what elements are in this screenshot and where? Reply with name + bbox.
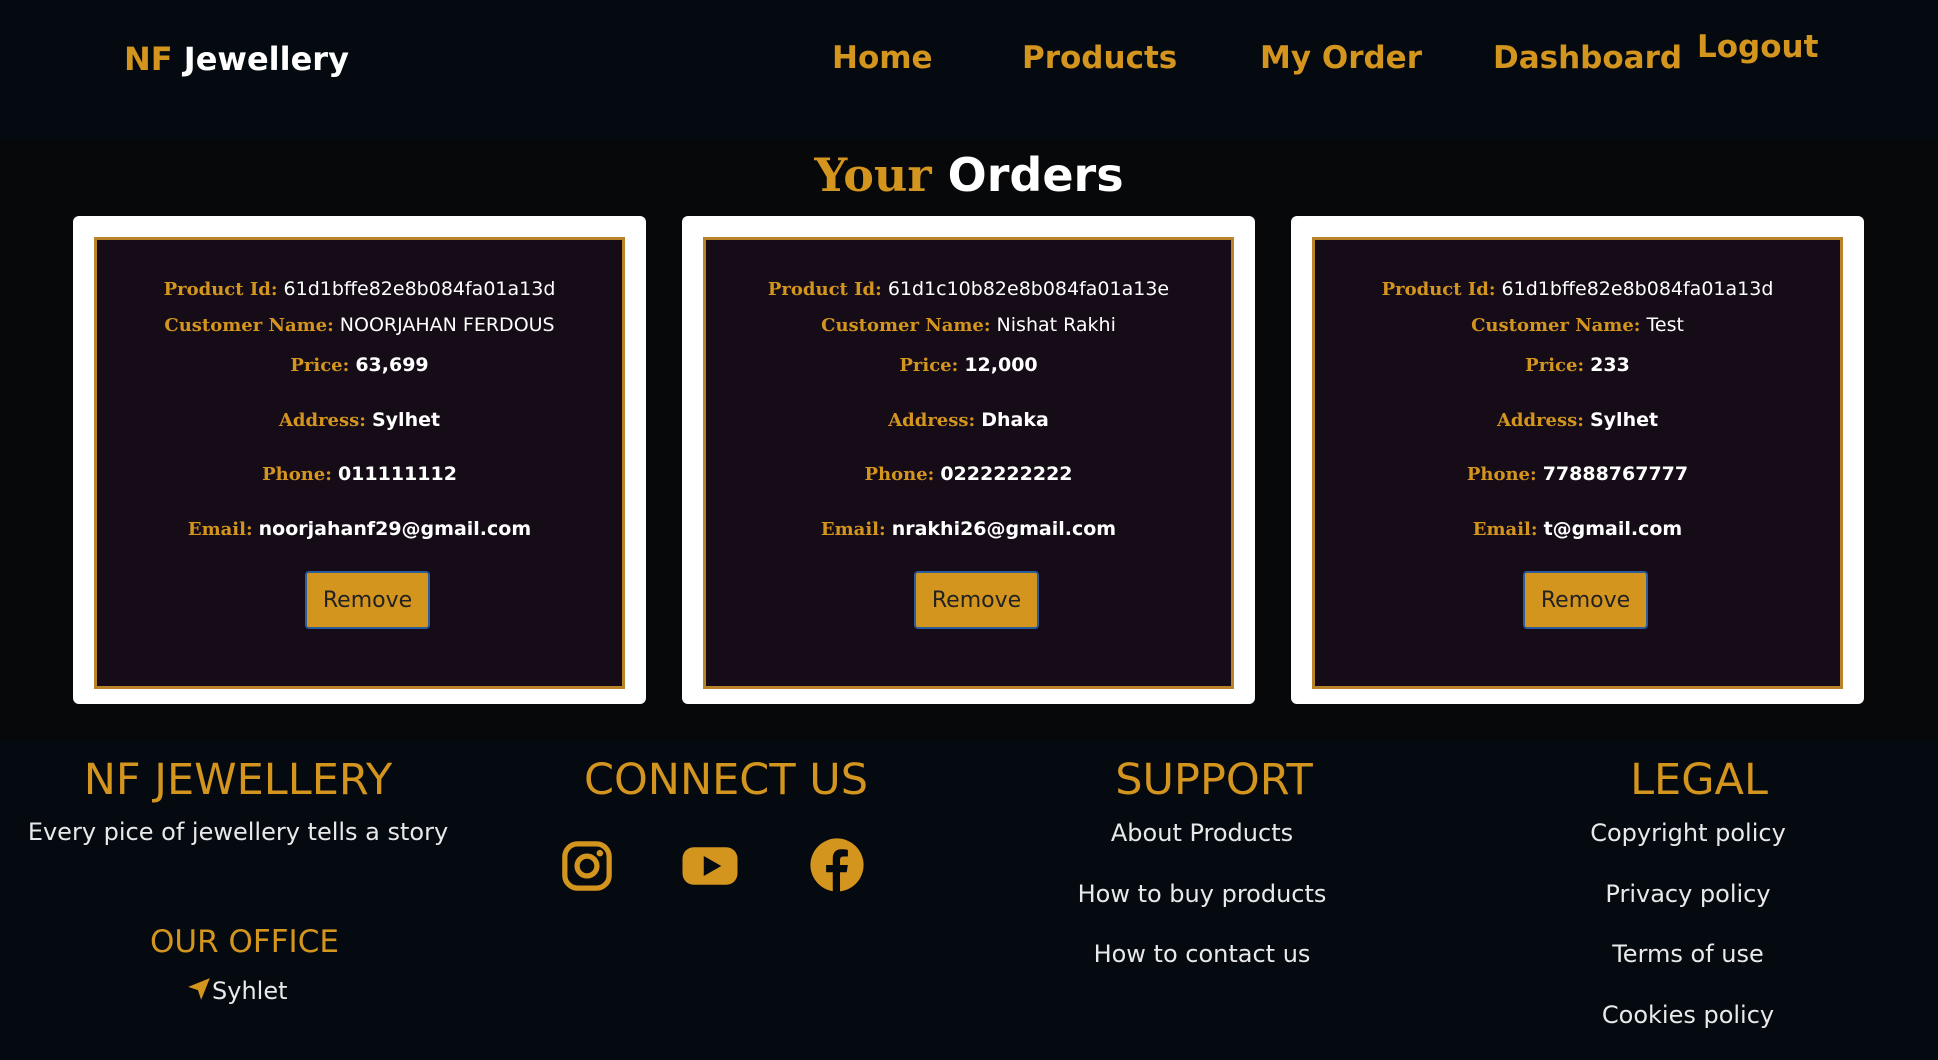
email-value: t@gmail.com — [1543, 518, 1683, 540]
nav-home-link[interactable]: Home — [832, 40, 933, 76]
office-location-text: Syhlet — [212, 977, 288, 1005]
phone-label: Phone: — [864, 464, 935, 485]
address-value: Sylhet — [1589, 409, 1659, 431]
legal-link-terms[interactable]: Terms of use — [1486, 940, 1890, 968]
phone-label: Phone: — [1466, 464, 1537, 485]
footer-brand-heading: NF JEWELLERY — [83, 755, 393, 805]
product-id-row: Product Id: 61d1bffe82e8b084fa01a13d — [97, 278, 622, 300]
remove-button[interactable]: Remove — [914, 571, 1039, 629]
customer-name-label: Customer Name: — [1471, 315, 1641, 336]
product-id-row: Product Id: 61d1bffe82e8b084fa01a13d — [1315, 278, 1840, 300]
brand-prefix: NF — [124, 40, 173, 78]
brand-name: Jewellery — [183, 40, 349, 78]
location-arrow-icon — [186, 976, 212, 1008]
customer-name-row: Customer Name: Nishat Rakhi — [706, 314, 1231, 336]
phone-value: 77888767777 — [1542, 463, 1689, 485]
email-value: noorjahanf29@gmail.com — [258, 518, 532, 540]
footer: NF JEWELLERY Every pice of jewellery tel… — [0, 740, 1938, 1060]
price-value: 233 — [1590, 354, 1630, 376]
page-title-main: Orders — [947, 148, 1124, 202]
price-label: Price: — [899, 355, 959, 376]
legal-link-copyright[interactable]: Copyright policy — [1486, 819, 1890, 847]
price-row: Price: 233 — [1315, 354, 1840, 376]
order-card-body: Product Id: 61d1c10b82e8b084fa01a13e Cus… — [703, 237, 1234, 689]
page-title: Your Orders — [0, 148, 1938, 202]
address-row: Address: Sylhet — [97, 409, 622, 431]
price-row: Price: 12,000 — [706, 354, 1231, 376]
address-label: Address: — [1496, 410, 1584, 431]
address-row: Address: Dhaka — [706, 409, 1231, 431]
product-id-label: Product Id: — [767, 279, 882, 300]
email-label: Email: — [820, 519, 886, 540]
address-label: Address: — [278, 410, 366, 431]
product-id-label: Product Id: — [163, 279, 278, 300]
customer-name-row: Customer Name: Test — [1315, 314, 1840, 336]
remove-button[interactable]: Remove — [1523, 571, 1648, 629]
phone-value: 0222222222 — [940, 463, 1073, 485]
product-id-value: 61d1bffe82e8b084fa01a13d — [1501, 278, 1774, 300]
customer-name-value: Nishat Rakhi — [996, 314, 1116, 336]
customer-name-value: NOORJAHAN FERDOUS — [339, 314, 555, 336]
nav-my-order-link[interactable]: My Order — [1260, 40, 1422, 76]
customer-name-label: Customer Name: — [821, 315, 991, 336]
product-id-row: Product Id: 61d1c10b82e8b084fa01a13e — [706, 278, 1231, 300]
remove-button[interactable]: Remove — [305, 571, 430, 629]
order-card: Product Id: 61d1bffe82e8b084fa01a13d Cus… — [1291, 216, 1864, 704]
price-value: 12,000 — [964, 354, 1038, 376]
page-title-prefix: Your — [814, 148, 932, 202]
customer-name-value: Test — [1646, 314, 1684, 336]
phone-value: 011111112 — [337, 463, 457, 485]
support-link-about-products[interactable]: About Products — [1000, 819, 1404, 847]
brand-logo[interactable]: NF Jewellery — [124, 40, 349, 78]
address-value: Sylhet — [371, 409, 441, 431]
price-row: Price: 63,699 — [97, 354, 622, 376]
address-value: Dhaka — [981, 409, 1049, 431]
product-id-label: Product Id: — [1381, 279, 1496, 300]
phone-row: Phone: 011111112 — [97, 463, 622, 485]
nav-dashboard-link[interactable]: Dashboard — [1493, 40, 1682, 76]
nav-products-link[interactable]: Products — [1022, 40, 1177, 76]
email-row: Email: noorjahanf29@gmail.com — [97, 518, 622, 540]
price-label: Price: — [290, 355, 350, 376]
navbar: NF Jewellery Home Products My Order Dash… — [0, 0, 1938, 140]
connect-heading: CONNECT US — [583, 755, 869, 805]
address-row: Address: Sylhet — [1315, 409, 1840, 431]
order-card: Product Id: 61d1bffe82e8b084fa01a13d Cus… — [73, 216, 646, 704]
order-card-body: Product Id: 61d1bffe82e8b084fa01a13d Cus… — [1312, 237, 1843, 689]
office-heading: OUR OFFICE — [150, 924, 339, 960]
order-card-body: Product Id: 61d1bffe82e8b084fa01a13d Cus… — [94, 237, 625, 689]
email-row: Email: nrakhi26@gmail.com — [706, 518, 1231, 540]
phone-row: Phone: 77888767777 — [1315, 463, 1840, 485]
email-label: Email: — [187, 519, 253, 540]
product-id-value: 61d1bffe82e8b084fa01a13d — [283, 278, 556, 300]
email-value: nrakhi26@gmail.com — [891, 518, 1117, 540]
phone-label: Phone: — [262, 464, 332, 485]
phone-row: Phone: 0222222222 — [706, 463, 1231, 485]
price-value: 63,699 — [355, 354, 429, 376]
facebook-icon[interactable] — [808, 836, 866, 894]
customer-name-label: Customer Name: — [164, 315, 334, 336]
product-id-value: 61d1c10b82e8b084fa01a13e — [887, 278, 1170, 300]
support-link-how-to-buy[interactable]: How to buy products — [1000, 880, 1404, 908]
footer-tagline: Every pice of jewellery tells a story — [27, 818, 449, 846]
office-location: Syhlet — [186, 976, 288, 1008]
legal-heading: LEGAL — [1630, 755, 1768, 805]
support-link-how-to-contact[interactable]: How to contact us — [1000, 940, 1404, 968]
legal-link-cookies[interactable]: Cookies policy — [1486, 1001, 1890, 1029]
email-row: Email: t@gmail.com — [1315, 518, 1840, 540]
nav-logout-link[interactable]: Logout — [1697, 29, 1818, 65]
price-label: Price: — [1525, 355, 1585, 376]
email-label: Email: — [1472, 519, 1538, 540]
order-card: Product Id: 61d1c10b82e8b084fa01a13e Cus… — [682, 216, 1255, 704]
legal-link-privacy[interactable]: Privacy policy — [1486, 880, 1890, 908]
youtube-icon[interactable] — [680, 836, 740, 896]
instagram-icon[interactable] — [559, 838, 615, 894]
support-heading: SUPPORT — [1115, 755, 1313, 805]
address-label: Address: — [888, 410, 976, 431]
customer-name-row: Customer Name: NOORJAHAN FERDOUS — [97, 314, 622, 336]
